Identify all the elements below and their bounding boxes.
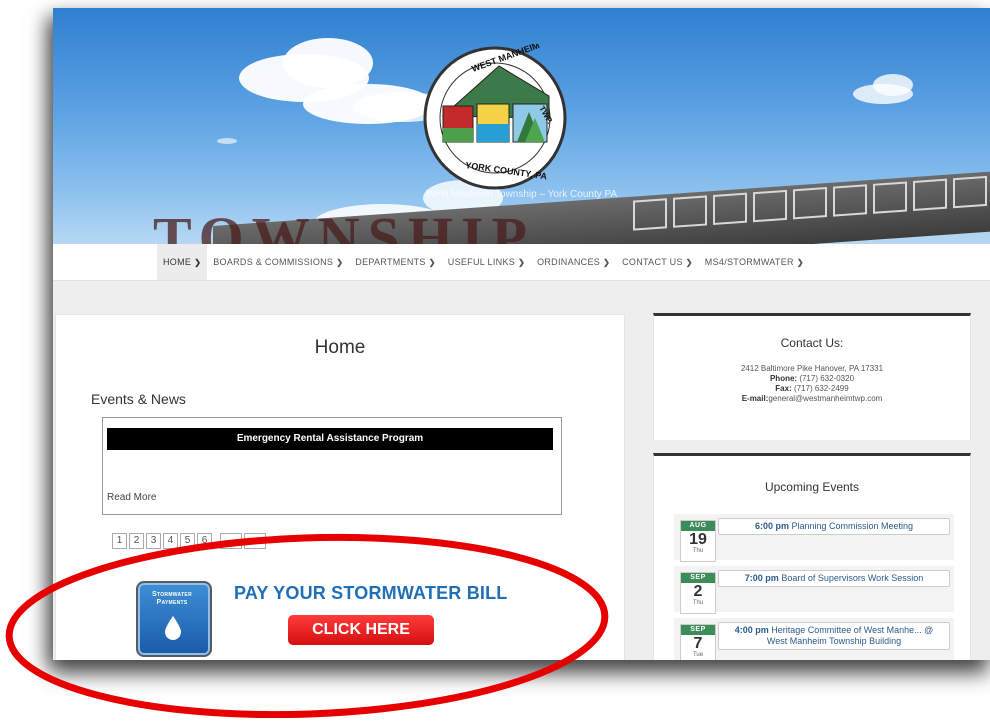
page-button-5[interactable]: 5 <box>180 533 195 549</box>
chevron-down-icon: ❯ <box>518 257 526 267</box>
contact-widget: Contact Us: 2412 Baltimore Pike Hanover,… <box>653 313 971 440</box>
event-link[interactable]: 4:00 pm Heritage Committee of West Manhe… <box>718 622 950 650</box>
event-link[interactable]: 7:00 pm Board of Supervisors Work Sessio… <box>718 570 950 587</box>
stormwater-icon-line1: Stormwater <box>152 591 192 598</box>
calendar-date: SEP 2 Thu <box>680 572 716 614</box>
read-more-link[interactable]: Read More <box>107 492 156 503</box>
nav-item-label: USEFUL LINKS <box>447 257 516 267</box>
header-banner: TOWNSHIP WEST MANHEIM TWP. YORK COUNTY, … <box>53 8 990 244</box>
nav-item-contact-us[interactable]: CONTACT US ❯ <box>616 244 699 280</box>
page-button-3[interactable]: 3 <box>146 533 161 549</box>
chevron-down-icon: ❯ <box>194 257 202 267</box>
nav-item-ordinances[interactable]: ORDINANCES ❯ <box>531 244 616 280</box>
nav-item-departments[interactable]: DEPARTMENTS ❯ <box>349 244 442 280</box>
chevron-down-icon: ❯ <box>796 257 804 267</box>
contact-fax: Fax: (717) 632-2499 <box>775 384 849 393</box>
pay-stormwater-heading[interactable]: PAY YOUR STORMWATER BILL <box>234 583 508 604</box>
nav-item-boards[interactable]: BOARDS & COMMISSIONS ❯ <box>207 244 349 280</box>
site-tagline: West Manheim Township – York County PA <box>425 189 618 200</box>
contact-title: Contact Us: <box>780 336 844 350</box>
news-pagination: 1 2 3 4 5 6 <box>112 533 266 549</box>
page-button-6[interactable]: 6 <box>197 533 212 549</box>
water-drop-icon <box>165 616 181 640</box>
township-logo[interactable]: WEST MANHEIM TWP. YORK COUNTY, PA <box>421 44 569 192</box>
contact-email[interactable]: E-mail:general@westmanheimtwp.com <box>654 394 970 404</box>
news-slider: Emergency Rental Assistance Program Read… <box>102 417 562 515</box>
nav-item-label: DEPARTMENTS <box>355 257 426 267</box>
page-button-2[interactable]: 2 <box>129 533 144 549</box>
nav-item-label: BOARDS & COMMISSIONS <box>213 257 334 267</box>
main-navigation: HOME ❯ BOARDS & COMMISSIONS ❯ DEPARTMENTS ❯… <box>53 244 990 281</box>
nav-item-useful-links[interactable]: USEFUL LINKS ❯ <box>442 244 531 280</box>
page-button-4[interactable]: 4 <box>163 533 178 549</box>
stormwater-payments-icon[interactable]: Stormwater Payments <box>136 581 212 657</box>
upcoming-events-widget: Upcoming Events AUG 19 Thu 6:00 pm Plann… <box>653 453 971 660</box>
browser-screenshot: TOWNSHIP WEST MANHEIM TWP. YORK COUNTY, … <box>53 8 990 660</box>
upcoming-events-title: Upcoming Events <box>764 480 860 494</box>
contact-phone: Phone: (717) 632-0320 <box>769 374 855 383</box>
chevron-down-icon: ❯ <box>428 257 436 267</box>
stormwater-icon-line2: Payments <box>156 599 188 606</box>
page-button-1[interactable]: 1 <box>112 533 127 549</box>
event-item[interactable]: AUG 19 Thu 6:00 pm Planning Commission M… <box>674 514 954 562</box>
contact-address: 2412 Baltimore Pike Hanover, PA 17331 <box>740 364 884 373</box>
calendar-date: SEP 7 Tue <box>680 624 716 660</box>
page-title: Home <box>314 337 366 358</box>
stormwater-icon-label: Stormwater Payments <box>142 591 202 607</box>
nav-item-stormwater[interactable]: MS4/STORMWATER ❯ <box>699 244 810 280</box>
events-news-heading: Events & News <box>91 391 186 407</box>
chevron-down-icon: ❯ <box>603 257 611 267</box>
next-button[interactable] <box>244 533 266 549</box>
event-item[interactable]: SEP 7 Tue 4:00 pm Heritage Committee of … <box>674 618 954 660</box>
nav-item-label: CONTACT US <box>622 257 683 267</box>
chevron-down-icon: ❯ <box>685 257 693 267</box>
event-link[interactable]: 6:00 pm Planning Commission Meeting <box>718 518 950 535</box>
chevron-down-icon: ❯ <box>336 257 344 267</box>
main-content: Home Events & News Emergency Rental Assi… <box>55 314 625 660</box>
nav-item-label: HOME <box>163 257 192 267</box>
nav-item-home[interactable]: HOME ❯ <box>157 244 208 280</box>
click-here-button[interactable]: CLICK HERE <box>288 615 434 645</box>
building-lettering: TOWNSHIP <box>153 205 536 244</box>
nav-item-label: MS4/STORMWATER <box>704 257 794 267</box>
nav-item-label: ORDINANCES <box>537 257 601 267</box>
pause-button[interactable] <box>220 533 242 549</box>
calendar-date: AUG 19 Thu <box>680 520 716 562</box>
news-item-title[interactable]: Emergency Rental Assistance Program <box>107 428 553 450</box>
event-item[interactable]: SEP 2 Thu 7:00 pm Board of Supervisors W… <box>674 566 954 614</box>
